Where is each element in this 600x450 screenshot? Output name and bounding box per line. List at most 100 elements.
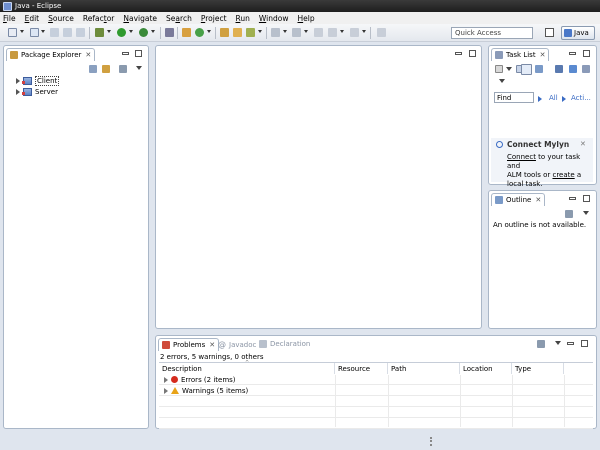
minimize-icon[interactable] xyxy=(122,52,129,55)
coverage-icon[interactable] xyxy=(165,28,174,37)
connect-link[interactable]: Connect xyxy=(507,153,536,161)
open-task-icon[interactable] xyxy=(233,28,242,37)
editor-area[interactable] xyxy=(155,45,482,329)
maximize-icon[interactable] xyxy=(135,50,142,57)
expand-arrow-icon[interactable] xyxy=(16,78,20,84)
tree-item-server[interactable]: Server xyxy=(16,87,58,97)
column-location[interactable]: Location xyxy=(460,363,512,374)
maximize-icon[interactable] xyxy=(581,340,588,347)
view-menu-chevron-icon[interactable] xyxy=(583,211,589,215)
run-dropdown-icon[interactable] xyxy=(129,30,133,33)
menu-run[interactable]: Run xyxy=(236,14,250,23)
menu-help[interactable]: Help xyxy=(298,14,315,23)
pin-editor-icon[interactable] xyxy=(377,28,386,37)
close-icon[interactable]: ✕ xyxy=(580,140,586,148)
focus-icon[interactable] xyxy=(569,65,577,73)
collapse-icon[interactable] xyxy=(582,65,590,73)
tree-item-client[interactable]: Client xyxy=(16,76,60,86)
view-menu-icon[interactable] xyxy=(565,210,573,218)
print-icon[interactable] xyxy=(63,28,72,37)
maximize-icon[interactable] xyxy=(583,50,590,57)
menu-project[interactable]: Project xyxy=(201,14,227,23)
next-annotation-icon[interactable] xyxy=(271,28,280,37)
tab-problems[interactable]: Problems ✕ xyxy=(158,338,220,351)
link-with-editor-icon[interactable] xyxy=(102,65,110,73)
close-icon[interactable]: ✕ xyxy=(85,51,91,59)
synchronize-icon[interactable] xyxy=(555,65,563,73)
new-task-icon[interactable] xyxy=(495,65,503,73)
tab-javadoc[interactable]: @ Javadoc xyxy=(218,340,256,349)
new-class-dropdown-icon[interactable] xyxy=(207,30,211,33)
copy-icon[interactable] xyxy=(76,28,85,37)
back-icon[interactable] xyxy=(328,28,337,37)
prev-annotation-icon[interactable] xyxy=(292,28,301,37)
open-type-icon[interactable] xyxy=(220,28,229,37)
annotation-dropdown-icon[interactable] xyxy=(283,30,287,33)
new-java-project-icon[interactable] xyxy=(182,28,191,37)
close-icon[interactable]: ✕ xyxy=(209,341,215,349)
minimize-icon[interactable] xyxy=(567,342,574,345)
table-row-warnings[interactable]: Warnings (5 items) xyxy=(159,386,593,396)
collapse-all-icon[interactable] xyxy=(89,65,97,73)
new-dropdown-icon[interactable] xyxy=(20,30,24,33)
tab-package-explorer[interactable]: Package Explorer ✕ xyxy=(6,48,96,61)
forward-dropdown-icon[interactable] xyxy=(362,30,366,33)
run-icon[interactable] xyxy=(117,28,126,37)
java-perspective-button[interactable]: Java xyxy=(561,26,595,40)
open-perspective-icon[interactable] xyxy=(545,28,554,37)
find-field[interactable]: Find xyxy=(494,92,534,103)
categorized-icon[interactable] xyxy=(521,64,532,75)
close-icon[interactable]: ✕ xyxy=(535,196,541,204)
column-type[interactable]: Type xyxy=(512,363,564,374)
new-task-chevron-icon[interactable] xyxy=(506,67,512,71)
quick-access-field[interactable]: Quick Access xyxy=(451,27,533,39)
view-menu-icon[interactable] xyxy=(537,340,545,348)
menu-source[interactable]: Source xyxy=(48,14,74,23)
scheduled-icon[interactable] xyxy=(535,65,543,73)
menu-edit[interactable]: Edit xyxy=(25,14,40,23)
last-edit-icon[interactable] xyxy=(314,28,323,37)
resize-handle[interactable] xyxy=(430,437,432,446)
menu-file[interactable]: File xyxy=(3,14,16,23)
expand-arrow-icon[interactable] xyxy=(16,89,20,95)
filter-all-link[interactable]: All xyxy=(549,94,558,102)
new-class-icon[interactable] xyxy=(195,28,204,37)
maximize-icon[interactable] xyxy=(583,195,590,202)
debug-dropdown-icon[interactable] xyxy=(107,30,111,33)
expand-arrow-icon[interactable] xyxy=(164,376,168,383)
tab-outline[interactable]: Outline ✕ xyxy=(491,193,546,206)
debug-icon[interactable] xyxy=(95,28,104,37)
save-all-icon[interactable] xyxy=(50,28,59,37)
prev-annotation-dropdown-icon[interactable] xyxy=(304,30,308,33)
search-dropdown-icon[interactable] xyxy=(258,30,262,33)
back-dropdown-icon[interactable] xyxy=(340,30,344,33)
view-menu-chevron-icon[interactable] xyxy=(499,79,505,83)
view-menu-icon[interactable] xyxy=(119,65,127,73)
maximize-icon[interactable] xyxy=(469,50,476,57)
column-path[interactable]: Path xyxy=(388,363,460,374)
expand-arrow-icon[interactable] xyxy=(164,387,168,394)
external-dropdown-icon[interactable] xyxy=(151,30,155,33)
save-icon[interactable] xyxy=(30,28,39,37)
filter-active-link[interactable]: Acti... xyxy=(571,94,591,102)
create-link[interactable]: create xyxy=(552,171,574,179)
view-menu-chevron-icon[interactable] xyxy=(555,341,561,345)
menu-refactor[interactable]: Refactor xyxy=(83,14,115,23)
minimize-icon[interactable] xyxy=(569,197,576,200)
menu-window[interactable]: Window xyxy=(259,14,289,23)
save-dropdown-icon[interactable] xyxy=(41,30,45,33)
minimize-icon[interactable] xyxy=(569,52,576,55)
menu-navigate[interactable]: Navigate xyxy=(123,14,157,23)
column-resource[interactable]: Resource xyxy=(335,363,388,374)
search-icon[interactable] xyxy=(246,28,255,37)
tab-declaration[interactable]: Declaration xyxy=(259,340,310,348)
minimize-icon[interactable] xyxy=(455,52,462,55)
forward-icon[interactable] xyxy=(350,28,359,37)
view-menu-chevron-icon[interactable] xyxy=(136,66,142,70)
close-icon[interactable]: ✕ xyxy=(540,51,546,59)
new-icon[interactable] xyxy=(8,28,17,37)
run-external-icon[interactable] xyxy=(139,28,148,37)
table-row-errors[interactable]: Errors (2 items) xyxy=(159,375,593,385)
menu-search[interactable]: Search xyxy=(166,14,192,23)
tab-task-list[interactable]: Task List ✕ xyxy=(491,48,550,61)
